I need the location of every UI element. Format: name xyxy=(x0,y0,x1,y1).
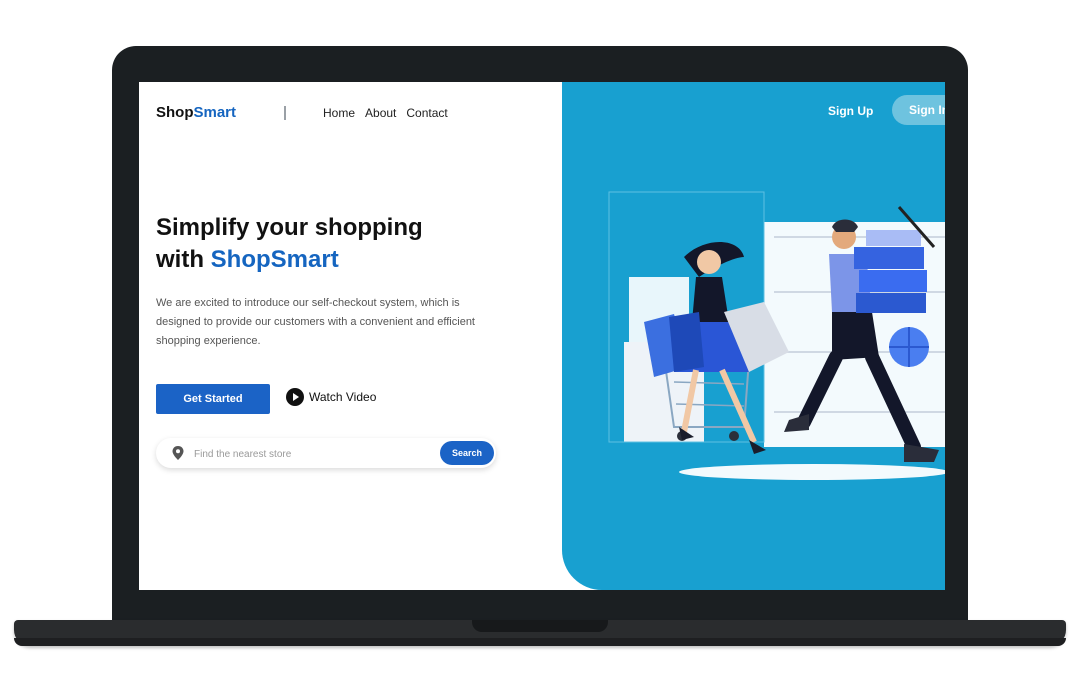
hero-title-accent: ShopSmart xyxy=(210,246,339,273)
watch-video-label: Watch Video xyxy=(309,390,377,404)
get-started-button[interactable]: Get Started xyxy=(156,384,270,414)
store-search-bar: Search xyxy=(156,438,496,468)
nav-link-home[interactable]: Home xyxy=(323,106,355,120)
nav-link-about[interactable]: About xyxy=(365,106,396,120)
sign-up-link[interactable]: Sign Up xyxy=(828,104,873,118)
location-pin-icon xyxy=(172,446,184,460)
nav-divider xyxy=(284,106,286,120)
hero-title-line2: with ShopSmart xyxy=(156,246,339,273)
play-icon xyxy=(286,388,304,406)
laptop-notch xyxy=(472,620,608,632)
shopping-illustration xyxy=(608,191,945,480)
search-input[interactable] xyxy=(192,444,416,464)
laptop-screen: ShopSmart Home About Contact Sign Up Sig… xyxy=(139,82,945,590)
sign-in-button[interactable]: Sign In xyxy=(892,95,945,125)
hero-title-line1: Simplify your shopping xyxy=(156,214,423,241)
hero-description: We are excited to introduce our self-che… xyxy=(156,297,475,347)
brand-name-part1: Shop xyxy=(156,104,194,121)
watch-video-button[interactable]: Watch Video xyxy=(286,388,376,406)
search-button[interactable]: Search xyxy=(440,441,494,465)
nav-links: Home About Contact xyxy=(323,106,448,120)
brand-logo[interactable]: ShopSmart xyxy=(156,104,236,121)
hero-title: Simplify your shopping with ShopSmart xyxy=(156,212,423,276)
nav-link-contact[interactable]: Contact xyxy=(406,106,447,120)
brand-name-part2: Smart xyxy=(193,104,237,121)
